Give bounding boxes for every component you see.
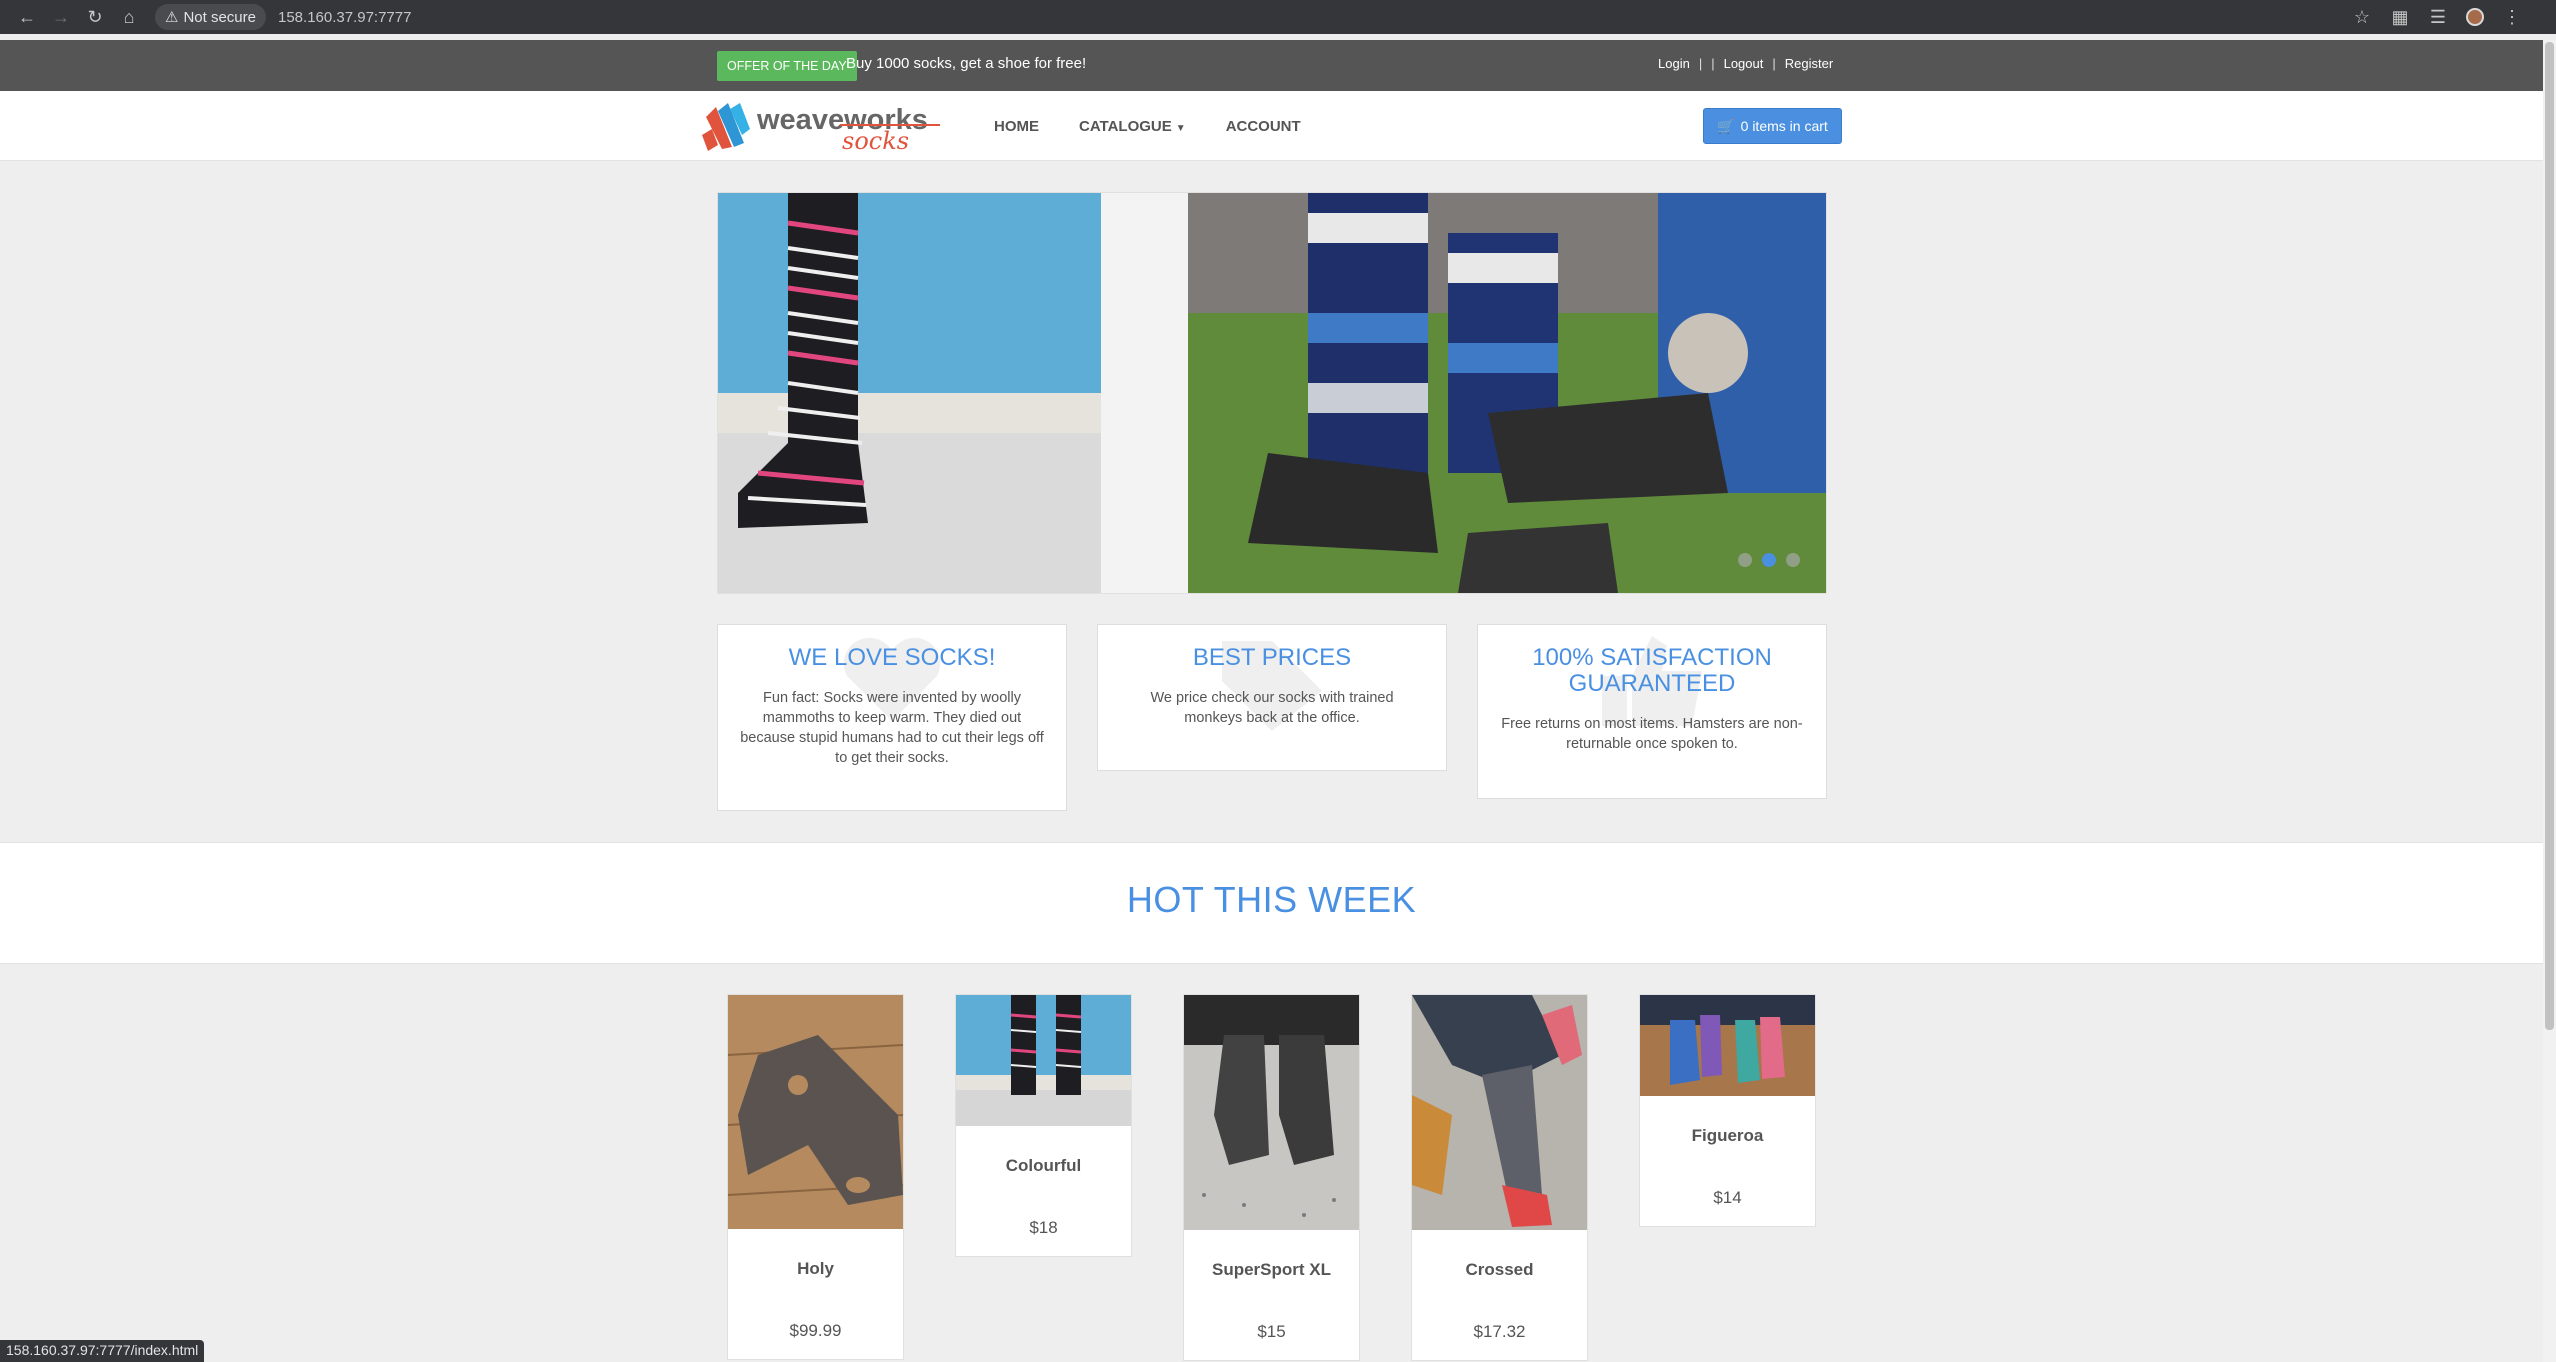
hot-this-week-band: HOT THIS WEEK [0,842,2543,964]
product-card[interactable]: Crossed $17.32 [1411,994,1588,1361]
account-links: Login | | Logout | Register [1658,56,1833,71]
logout-link[interactable]: Logout [1724,56,1764,71]
warning-icon: ⚠ [165,9,179,26]
carousel-dot-3[interactable] [1786,553,1800,567]
product-image-colourful[interactable] [956,995,1131,1126]
product-name[interactable]: Holy [728,1259,903,1279]
url-text[interactable]: 158.160.37.97:7777 [278,9,411,26]
product-card[interactable]: SuperSport XL $15 [1183,994,1360,1361]
nav-catalogue[interactable]: CATALOGUE ▼ [1079,118,1186,135]
product-price: $14 [1713,1188,1742,1207]
product-name[interactable]: Crossed [1412,1260,1587,1280]
feature-best-prices: BEST PRICES We price check our socks wit… [1097,624,1447,771]
feature-we-love-socks: WE LOVE SOCKS! Fun fact: Socks were inve… [717,624,1067,811]
product-image-figueroa[interactable] [1640,995,1815,1096]
forward-icon[interactable]: → [44,0,78,34]
carousel-dot-1[interactable] [1738,553,1752,567]
cart-label: 0 items in cart [1740,118,1828,134]
product-image-crossed[interactable] [1412,995,1587,1230]
cart-button[interactable]: 🛒 0 items in cart [1703,108,1842,144]
media-icon[interactable]: ☰ [2428,7,2448,28]
separator: | [1772,56,1776,71]
nav-catalogue-label: CATALOGUE [1079,118,1172,135]
feature-satisfaction: 100% SATISFACTION GUARANTEED Free return… [1477,624,1827,799]
separator: | [1698,56,1703,71]
login-link[interactable]: Login [1658,56,1690,71]
feature-title: BEST PRICES [1192,644,1352,671]
bookmark-star-icon[interactable]: ☆ [2352,7,2372,28]
feature-title: 100% SATISFACTION GUARANTEED [1532,644,1772,697]
caret-down-icon: ▼ [1175,123,1186,134]
status-url: 158.160.37.97:7777/index.html [0,1340,205,1362]
logo-subtext: socks [842,127,909,155]
product-price: $99.99 [789,1321,842,1340]
offer-text: Buy 1000 socks, get a shoe for free! [846,55,1087,72]
nav-account[interactable]: ACCOUNT [1226,118,1301,135]
security-label: Not secure [183,8,256,26]
product-name[interactable]: SuperSport XL [1184,1260,1359,1280]
product-card[interactable]: Colourful $18 [955,994,1132,1257]
scrollbar-thumb[interactable] [2545,42,2554,1030]
nav-home[interactable]: HOME [994,118,1039,135]
carousel-dot-2[interactable] [1762,553,1776,567]
product-card[interactable]: Holy $99.99 [727,994,904,1360]
carousel-indicators [1738,553,1800,567]
address-bar[interactable]: ⚠ Not secure 158.160.37.97:7777 [155,4,2370,30]
carousel-slide-striped-sock [718,193,1101,593]
product-card[interactable]: Figueroa $14 [1639,994,1816,1227]
product-image-supersport-xl[interactable] [1184,995,1359,1230]
feature-text: Fun fact: Socks were invented by woolly … [740,690,1044,766]
hero-carousel[interactable] [717,192,1827,594]
home-icon[interactable]: ⌂ [112,0,146,34]
extensions-icon[interactable]: ▦ [2390,7,2410,28]
main-navbar: weaveworks socks HOME CATALOGUE ▼ ACCOUNT… [0,91,2543,161]
separator: | [1711,56,1715,71]
product-name[interactable]: Figueroa [1640,1126,1815,1146]
browser-toolbar: ← → ↻ ⌂ ⚠ Not secure 158.160.37.97:7777 … [0,0,2556,34]
carousel-slide-rugby-socks [1188,193,1826,593]
offer-badge: OFFER OF THE DAY [717,51,857,81]
reload-icon[interactable]: ↻ [78,0,112,34]
logo-mark-icon: weaveworks socks [702,103,940,155]
product-name[interactable]: Colourful [956,1156,1131,1176]
feature-text: We price check our socks with trained mo… [1150,690,1394,726]
product-image-holy[interactable] [728,995,903,1229]
back-icon[interactable]: ← [10,0,44,34]
section-title: HOT THIS WEEK [1126,879,1417,920]
offer-bar: OFFER OF THE DAY Buy 1000 socks, get a s… [0,40,2543,91]
product-price: $15 [1257,1322,1286,1341]
feature-text: Free returns on most items. Hamsters are… [1501,716,1803,752]
product-price: $18 [1029,1218,1058,1237]
feature-title: WE LOVE SOCKS! [788,644,996,671]
cart-icon: 🛒 [1717,117,1735,134]
page-scrollbar[interactable] [2543,40,2556,1362]
product-price: $17.32 [1473,1322,1526,1341]
profile-avatar[interactable] [2466,8,2484,26]
more-menu-icon[interactable]: ⋮ [2502,7,2522,28]
register-link[interactable]: Register [1785,56,1833,71]
security-chip[interactable]: ⚠ Not secure [155,4,266,30]
weaveworks-logo[interactable]: weaveworks socks [702,99,942,155]
